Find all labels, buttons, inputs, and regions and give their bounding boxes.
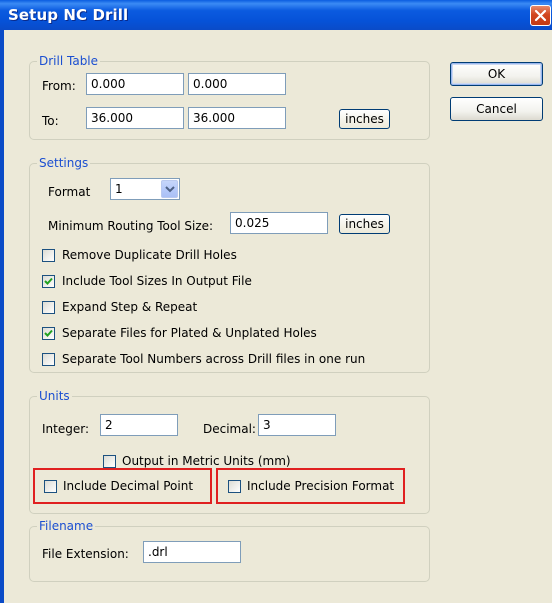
metric-units-checkbox[interactable] (103, 455, 116, 468)
ok-button[interactable]: OK (450, 62, 543, 86)
separate-plated-label[interactable]: Separate Files for Plated & Unplated Hol… (62, 326, 317, 340)
include-tool-sizes-checkbox[interactable] (42, 275, 55, 288)
to-y-field[interactable]: 36.000 (188, 107, 286, 129)
from-label: From: (42, 79, 76, 93)
decimal-point-checkbox[interactable] (44, 480, 57, 493)
decimal-label: Decimal: (203, 422, 256, 436)
window-border (0, 30, 4, 603)
drill-table-units-button[interactable]: inches (339, 109, 390, 129)
checkmark-icon (44, 329, 53, 337)
to-label: To: (42, 114, 59, 128)
format-label: Format (48, 185, 91, 199)
expand-step-repeat-label[interactable]: Expand Step & Repeat (62, 300, 197, 314)
format-dropdown-button[interactable] (161, 180, 178, 198)
cancel-button[interactable]: Cancel (450, 97, 543, 121)
separate-plated-checkbox[interactable] (42, 327, 55, 340)
include-tool-sizes-label[interactable]: Include Tool Sizes In Output File (62, 274, 252, 288)
min-tool-size-label: Minimum Routing Tool Size: (48, 219, 214, 233)
chevron-down-icon (165, 186, 175, 193)
units-legend: Units (37, 389, 72, 403)
close-icon (534, 9, 547, 22)
metric-units-label[interactable]: Output in Metric Units (mm) (122, 454, 291, 468)
file-extension-label: File Extension: (42, 547, 129, 561)
expand-step-repeat-checkbox[interactable] (42, 301, 55, 314)
filename-legend: Filename (37, 519, 96, 533)
min-tool-size-field[interactable]: 0.025 (230, 212, 328, 234)
file-extension-field[interactable]: .drl (143, 541, 241, 563)
close-button[interactable] (530, 5, 551, 26)
remove-duplicates-label[interactable]: Remove Duplicate Drill Holes (62, 248, 237, 262)
decimal-field[interactable]: 3 (258, 414, 336, 436)
separate-tool-numbers-checkbox[interactable] (42, 353, 55, 366)
checkmark-icon (44, 277, 53, 285)
drill-table-legend: Drill Table (37, 54, 101, 68)
separate-tool-numbers-label[interactable]: Separate Tool Numbers across Drill files… (62, 352, 365, 366)
precision-format-checkbox[interactable] (228, 480, 241, 493)
from-x-field[interactable]: 0.000 (86, 73, 184, 95)
min-tool-units-button[interactable]: inches (339, 214, 390, 234)
remove-duplicates-checkbox[interactable] (42, 249, 55, 262)
title-bar[interactable]: Setup NC Drill (0, 0, 552, 30)
window-title: Setup NC Drill (8, 6, 129, 24)
setup-nc-drill-dialog: Setup NC Drill Drill Table From: 0.000 0… (0, 0, 552, 603)
from-y-field[interactable]: 0.000 (188, 73, 286, 95)
decimal-point-label[interactable]: Include Decimal Point (63, 479, 193, 493)
format-select[interactable]: 1 (110, 178, 180, 200)
precision-format-label[interactable]: Include Precision Format (247, 479, 394, 493)
settings-legend: Settings (37, 156, 91, 170)
integer-field[interactable]: 2 (100, 414, 178, 436)
to-x-field[interactable]: 36.000 (86, 107, 184, 129)
integer-label: Integer: (42, 422, 89, 436)
format-select-value: 1 (115, 182, 123, 196)
